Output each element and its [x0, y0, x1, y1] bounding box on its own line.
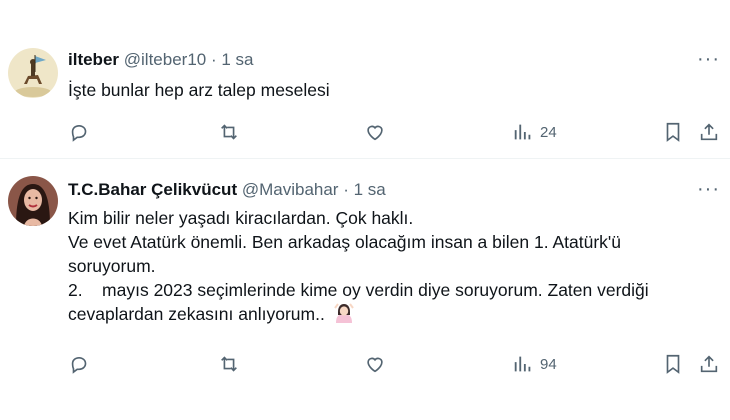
- views-icon: [514, 356, 531, 372]
- more-options-icon[interactable]: ···: [697, 178, 720, 201]
- tweet-line-last: cevaplardan zekasını anlıyorum..: [68, 302, 718, 330]
- like-button[interactable]: [364, 120, 386, 144]
- tweet-actions: 24: [68, 120, 722, 144]
- bookmark-icon: [666, 354, 680, 374]
- avatar[interactable]: [8, 176, 58, 226]
- display-name[interactable]: ilteber: [68, 50, 119, 69]
- tweet-mavibahar[interactable]: T.C.Bahar Çelikvücut @Mavibahar · 1 sa ·…: [0, 160, 730, 420]
- retweet-icon: [221, 356, 237, 372]
- views-count: 94: [540, 355, 557, 373]
- tweet-line: 2. mayıs 2023 seçimlerinde kime oy verdi…: [68, 280, 649, 300]
- tweet-line: Ve evet Atatürk önemli. Ben arkadaş olac…: [68, 232, 621, 252]
- reply-button[interactable]: [68, 352, 90, 376]
- like-icon: [367, 357, 383, 373]
- tweet-header: T.C.Bahar Çelikvücut @Mavibahar · 1 sa: [68, 180, 386, 200]
- timestamp[interactable]: 1 sa: [221, 50, 253, 69]
- user-handle[interactable]: @Mavibahar: [242, 180, 339, 199]
- reply-icon: [71, 124, 87, 142]
- share-button[interactable]: [698, 352, 720, 376]
- tweet-line: Kim bilir neler yaşadı kiracılardan. Çok…: [68, 208, 414, 228]
- bookmark-icon: [666, 122, 680, 142]
- bookmark-button[interactable]: [662, 352, 684, 376]
- retweet-button[interactable]: [218, 120, 240, 144]
- reply-icon: [71, 356, 87, 374]
- tweet-text: İşte bunlar hep arz talep meselesi: [68, 78, 330, 102]
- tweet-line: cevaplardan zekasını anlıyorum..: [68, 304, 325, 324]
- tweet-text: Kim bilir neler yaşadı kiracılardan. Çok…: [68, 206, 718, 330]
- tweet-line: İşte bunlar hep arz talep meselesi: [68, 80, 330, 100]
- separator-dot: ·: [343, 180, 349, 199]
- tweet-actions: 94: [68, 352, 722, 376]
- display-name[interactable]: T.C.Bahar Çelikvücut: [68, 180, 237, 199]
- more-options-icon[interactable]: ···: [697, 48, 720, 71]
- timestamp[interactable]: 1 sa: [354, 180, 386, 199]
- tweet-line: soruyorum.: [68, 256, 156, 276]
- person-gesturing-ok-emoji: [333, 302, 355, 330]
- share-icon: [700, 123, 718, 141]
- bookmark-button[interactable]: [662, 120, 684, 144]
- share-icon: [700, 355, 718, 373]
- reply-button[interactable]: [68, 120, 90, 144]
- user-handle[interactable]: @ilteber10: [124, 50, 206, 69]
- like-icon: [367, 125, 383, 141]
- tweet-divider: [0, 158, 730, 159]
- tweet-header: ilteber @ilteber10 · 1 sa: [68, 50, 254, 70]
- views-icon: [514, 124, 531, 140]
- retweet-icon: [221, 124, 237, 140]
- retweet-button[interactable]: [218, 352, 240, 376]
- views-count: 24: [540, 123, 557, 141]
- avatar[interactable]: [8, 48, 58, 98]
- views-button[interactable]: 94: [512, 352, 557, 376]
- share-button[interactable]: [698, 120, 720, 144]
- tweet-ilteber[interactable]: ilteber @ilteber10 · 1 sa ··· İşte bunla…: [0, 28, 730, 158]
- like-button[interactable]: [364, 352, 386, 376]
- views-button[interactable]: 24: [512, 120, 557, 144]
- separator-dot: ·: [210, 50, 217, 69]
